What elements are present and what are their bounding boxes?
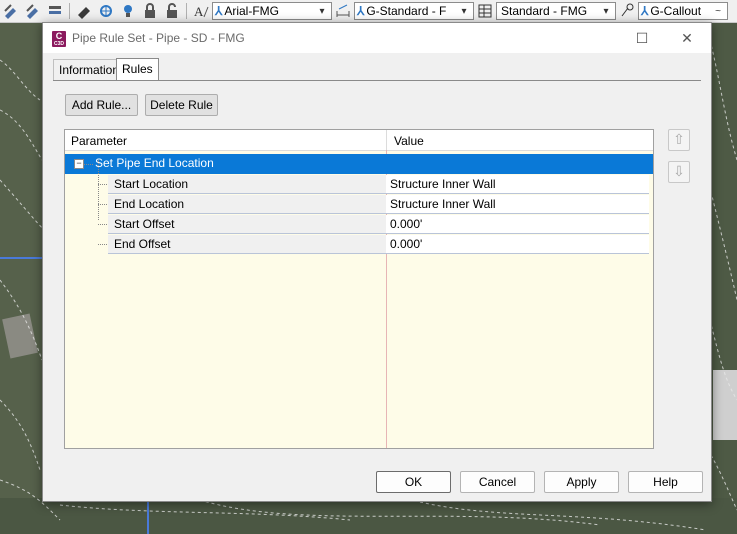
table-style-icon[interactable] — [476, 2, 494, 20]
move-up-icon[interactable]: ⇧ — [668, 129, 690, 151]
column-header-value[interactable]: Value — [394, 134, 424, 148]
rule-group-label: Set Pipe End Location — [95, 156, 214, 170]
column-header-parameter[interactable]: Parameter — [71, 134, 127, 148]
text-style-value: Arial-FMG — [224, 4, 280, 18]
table-style-select[interactable]: Standard - FMG ▾ — [496, 2, 616, 20]
rule-group-row[interactable]: − Set Pipe End Location — [65, 154, 653, 174]
parameter-end-offset: End Offset — [108, 235, 386, 254]
tab-information[interactable]: Information — [53, 59, 126, 81]
app-icon-sub: C3D — [53, 41, 64, 47]
table-row[interactable]: End Offset 0.000' — [65, 235, 653, 255]
unlock-icon[interactable] — [163, 2, 181, 20]
ok-button[interactable]: OK — [376, 471, 451, 493]
column-divider[interactable] — [386, 130, 387, 150]
layer-state-icon[interactable] — [75, 2, 93, 20]
table-row[interactable]: Start Location Structure Inner Wall — [65, 175, 653, 195]
civil3d-app-icon: C C3D — [52, 31, 66, 47]
value-end-offset[interactable]: 0.000' — [386, 235, 649, 254]
draw-icon[interactable] — [24, 2, 42, 20]
chevron-down-icon[interactable]: ▾ — [315, 6, 329, 17]
pipe-rule-set-dialog: C C3D Pipe Rule Set - Pipe - SD - FMG ☐ … — [42, 22, 712, 502]
dim-style-value: G-Standard - F — [366, 4, 447, 18]
value-start-location[interactable]: Structure Inner Wall — [386, 175, 649, 194]
top-toolbar: A ⅄ Arial-FMG ▾ ⅄ G-Standard - F ▾ Stand… — [0, 0, 737, 23]
dialog-title: Pipe Rule Set - Pipe - SD - FMG — [72, 31, 245, 45]
mleader-style-select[interactable]: ⅄ G-Callout ~ — [638, 2, 728, 20]
grid-header: Parameter Value — [65, 130, 653, 151]
maximize-icon[interactable]: ☐ — [631, 28, 653, 48]
text-style-icon[interactable]: A — [192, 2, 210, 20]
tab-rules[interactable]: Rules — [116, 58, 159, 82]
value-end-location[interactable]: Structure Inner Wall — [386, 195, 649, 214]
mleader-style-value: G-Callout — [650, 4, 702, 18]
lock-icon[interactable] — [141, 2, 159, 20]
cancel-button[interactable]: Cancel — [460, 471, 535, 493]
table-row[interactable]: Start Offset 0.000' — [65, 215, 653, 235]
autocad-style-icon: ⅄ — [215, 4, 223, 18]
multileader-style-icon[interactable] — [618, 2, 636, 20]
rules-grid: Parameter Value − Set Pipe End Location … — [64, 129, 654, 449]
tree-connector — [83, 164, 93, 165]
parameter-end-location: End Location — [108, 195, 386, 214]
light-icon[interactable] — [119, 2, 137, 20]
apply-button[interactable]: Apply — [544, 471, 619, 493]
table-row[interactable]: End Location Structure Inner Wall — [65, 195, 653, 215]
dim-style-select[interactable]: ⅄ G-Standard - F ▾ — [354, 2, 474, 20]
text-style-select[interactable]: ⅄ Arial-FMG ▾ — [212, 2, 332, 20]
chevron-down-icon[interactable]: ▾ — [457, 6, 471, 17]
chevron-down-icon[interactable]: ~ — [711, 6, 725, 17]
toolbar-separator — [186, 3, 187, 19]
autocad-style-icon: ⅄ — [641, 4, 649, 18]
help-button[interactable]: Help — [628, 471, 703, 493]
draw-icon[interactable] — [2, 2, 20, 20]
svg-text:A: A — [194, 4, 204, 19]
parameter-start-location: Start Location — [108, 175, 386, 194]
table-style-value: Standard - FMG — [501, 4, 588, 18]
close-icon[interactable]: ✕ — [676, 28, 698, 48]
add-rule-button[interactable]: Add Rule... — [65, 94, 138, 116]
move-down-icon[interactable]: ⇩ — [668, 161, 690, 183]
toolbar-separator — [69, 3, 70, 19]
app-icon-letter: C — [55, 31, 63, 41]
dimension-style-icon[interactable] — [334, 2, 352, 20]
layer-icon[interactable] — [46, 2, 64, 20]
chevron-down-icon[interactable]: ▾ — [599, 6, 613, 17]
delete-rule-button[interactable]: Delete Rule — [145, 94, 218, 116]
freeze-icon[interactable] — [97, 2, 115, 20]
parameter-start-offset: Start Offset — [108, 215, 386, 234]
value-start-offset[interactable]: 0.000' — [386, 215, 649, 234]
dialog-titlebar[interactable]: C C3D Pipe Rule Set - Pipe - SD - FMG ☐ … — [43, 23, 711, 53]
autocad-style-icon: ⅄ — [357, 4, 365, 18]
